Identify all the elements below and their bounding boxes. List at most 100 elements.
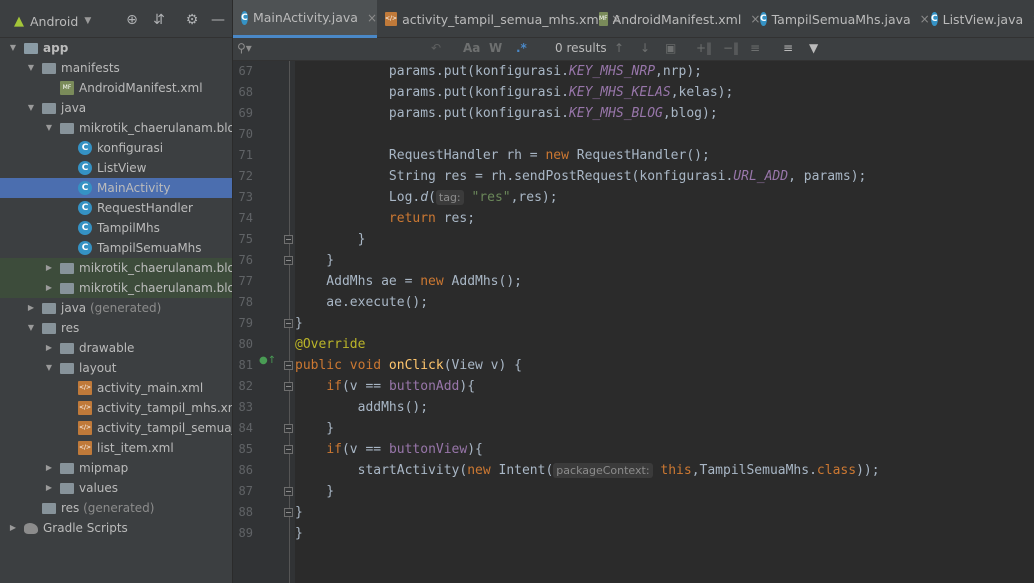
tree-item[interactable]: ▶ java (generated) bbox=[0, 298, 232, 318]
tree-item[interactable]: ▶ mikrotik_chaerulanam.blogs bbox=[0, 258, 232, 278]
chevron-down-icon[interactable]: ▼ bbox=[26, 318, 36, 338]
gear-icon[interactable]: ⚙ bbox=[184, 12, 200, 28]
code-token: buttonView bbox=[388, 442, 468, 457]
match-case-toggle[interactable]: Aa bbox=[463, 41, 480, 55]
tree-item[interactable]: res (generated) bbox=[0, 498, 232, 518]
tree-item[interactable]: </> activity_tampil_semua_m bbox=[0, 418, 232, 438]
project-tool-window: ▲ Android ▼ ⊕ ⇵ ⚙ — ▼ app ▼ manifests MF Andr… bbox=[0, 0, 233, 583]
code-line: } bbox=[295, 313, 303, 334]
tree-item-label: MainActivity bbox=[97, 181, 171, 195]
fold-marker-icon[interactable] bbox=[284, 382, 293, 391]
tree-item[interactable]: MF AndroidManifest.xml bbox=[0, 78, 232, 98]
chevron-right-icon[interactable]: ▶ bbox=[8, 518, 18, 538]
remove-selection-icon[interactable]: −‖ bbox=[723, 41, 739, 55]
editor-tab[interactable]: C MainActivity.java × bbox=[233, 0, 377, 38]
line-number: 74 bbox=[238, 211, 253, 225]
code-line: } bbox=[295, 502, 303, 523]
search-icon[interactable]: ⚲▾ bbox=[237, 41, 252, 55]
chevron-right-icon[interactable]: ▶ bbox=[26, 298, 36, 318]
editor-tab[interactable]: C TampilSemuaMhs.java × bbox=[752, 0, 930, 38]
tree-item-suffix: (generated) bbox=[86, 301, 162, 315]
tree-item-label: res (generated) bbox=[61, 501, 155, 515]
words-toggle[interactable]: W bbox=[489, 41, 502, 55]
chevron-down-icon[interactable]: ▼ bbox=[26, 98, 36, 118]
locate-icon[interactable]: ⊕ bbox=[124, 12, 140, 28]
hide-icon[interactable]: — bbox=[210, 12, 226, 28]
code-token: params.put(konfigurasi. bbox=[295, 106, 569, 121]
select-all-occurrences-icon[interactable]: ▣ bbox=[665, 41, 676, 55]
code-line: ae.execute(); bbox=[295, 292, 428, 313]
tree-item-label: layout bbox=[79, 361, 117, 375]
chevron-right-icon[interactable]: ▶ bbox=[44, 458, 54, 478]
fold-marker-icon[interactable] bbox=[284, 361, 293, 370]
tree-item[interactable]: C MainActivity bbox=[0, 178, 232, 198]
code-token: URL_ADD bbox=[733, 169, 789, 184]
tree-item[interactable]: ▼ res bbox=[0, 318, 232, 338]
tree-item[interactable]: C TampilMhs bbox=[0, 218, 232, 238]
replace-history-icon[interactable]: ↶ bbox=[431, 41, 441, 55]
fold-marker-icon[interactable] bbox=[284, 319, 293, 328]
tree-item[interactable]: Ckonfigurasi bbox=[0, 138, 232, 158]
tree-item[interactable]: ▼ layout bbox=[0, 358, 232, 378]
find-bar: ⚲▾ ↶ Aa W .* 0 results ↑ ↓ ▣ +‖ −‖ ≡ ≡ ▼ bbox=[233, 38, 1034, 61]
chevron-down-icon[interactable]: ▼ bbox=[8, 38, 18, 58]
fold-marker-icon[interactable] bbox=[284, 508, 293, 517]
tree-item[interactable]: </> activity_tampil_mhs.xml bbox=[0, 398, 232, 418]
regex-toggle[interactable]: .* bbox=[516, 41, 527, 55]
tree-item[interactable]: ▶ mikrotik_chaerulanam.blogs bbox=[0, 278, 232, 298]
chevron-down-icon[interactable]: ▼ bbox=[44, 118, 54, 138]
chevron-right-icon[interactable]: ▶ bbox=[44, 258, 54, 278]
code-token: startActivity( bbox=[295, 463, 468, 478]
tree-item[interactable]: ▶ values bbox=[0, 478, 232, 498]
tree-item[interactable]: C TampilSemuaMhs bbox=[0, 238, 232, 258]
project-view-selector[interactable]: ▲ Android ▼ bbox=[14, 12, 91, 30]
chevron-right-icon[interactable]: ▶ bbox=[44, 338, 54, 358]
code-token: res; bbox=[435, 211, 476, 226]
tree-item[interactable]: ▼ app bbox=[0, 38, 232, 58]
fold-marker-icon[interactable] bbox=[284, 256, 293, 265]
previous-occurrence-icon[interactable]: ↑ bbox=[614, 41, 624, 55]
project-view-label: Android bbox=[30, 13, 79, 29]
fold-marker-icon[interactable] bbox=[284, 424, 293, 433]
line-number: 88 bbox=[238, 505, 253, 519]
folder-icon bbox=[60, 343, 74, 354]
editor-tab[interactable]: MF AndroidManifest.xml × bbox=[591, 0, 760, 38]
tree-item[interactable]: ▶ Gradle Scripts bbox=[0, 518, 232, 538]
collapse-all-icon[interactable]: ⇵ bbox=[151, 12, 167, 28]
tree-item[interactable]: ▶ mipmap bbox=[0, 458, 232, 478]
line-number: 79 bbox=[238, 316, 253, 330]
next-occurrence-icon[interactable]: ↓ bbox=[640, 41, 650, 55]
tree-item[interactable]: C RequestHandler bbox=[0, 198, 232, 218]
toggle-selection-icon[interactable]: ≡ bbox=[750, 41, 760, 55]
code-token: KEY_MHS_BLOG bbox=[568, 106, 663, 121]
tree-item[interactable]: </> activity_main.xml bbox=[0, 378, 232, 398]
search-results-count: 0 results bbox=[555, 41, 607, 55]
fold-marker-icon[interactable] bbox=[284, 235, 293, 244]
tree-item[interactable]: C ListView bbox=[0, 158, 232, 178]
tree-item[interactable]: ▼ mikrotik_chaerulanam.blogs bbox=[0, 118, 232, 138]
in-selection-icon[interactable]: ≡ bbox=[783, 41, 793, 55]
tree-item[interactable]: ▼ manifests bbox=[0, 58, 232, 78]
editor-tab[interactable]: CListView.java× bbox=[923, 0, 1034, 38]
folder-icon bbox=[42, 103, 56, 114]
chevron-right-icon[interactable]: ▶ bbox=[44, 278, 54, 298]
class-icon: C bbox=[78, 221, 92, 235]
editor-tab[interactable]: </> activity_tampil_semua_mhs.xml × bbox=[377, 0, 621, 38]
tab-label: TampilSemuaMhs.java bbox=[771, 11, 911, 27]
tree-item[interactable]: </> list_item.xml bbox=[0, 438, 232, 458]
close-icon[interactable]: × bbox=[367, 11, 377, 25]
line-number: 75 bbox=[238, 232, 253, 246]
fold-marker-icon[interactable] bbox=[284, 445, 293, 454]
add-selection-icon[interactable]: +‖ bbox=[696, 41, 712, 55]
fold-marker-icon[interactable] bbox=[284, 487, 293, 496]
implements-method-icon[interactable]: ●↑ bbox=[259, 355, 276, 366]
line-number: 76 bbox=[238, 253, 253, 267]
tree-item[interactable]: ▼ java bbox=[0, 98, 232, 118]
class-icon: C bbox=[931, 12, 938, 26]
tree-item[interactable]: ▶ drawable bbox=[0, 338, 232, 358]
chevron-down-icon[interactable]: ▼ bbox=[26, 58, 36, 78]
chevron-down-icon[interactable]: ▼ bbox=[44, 358, 54, 378]
filter-icon[interactable]: ▼ bbox=[809, 41, 818, 55]
chevron-right-icon[interactable]: ▶ bbox=[44, 478, 54, 498]
xml-file-icon: </> bbox=[78, 401, 92, 415]
